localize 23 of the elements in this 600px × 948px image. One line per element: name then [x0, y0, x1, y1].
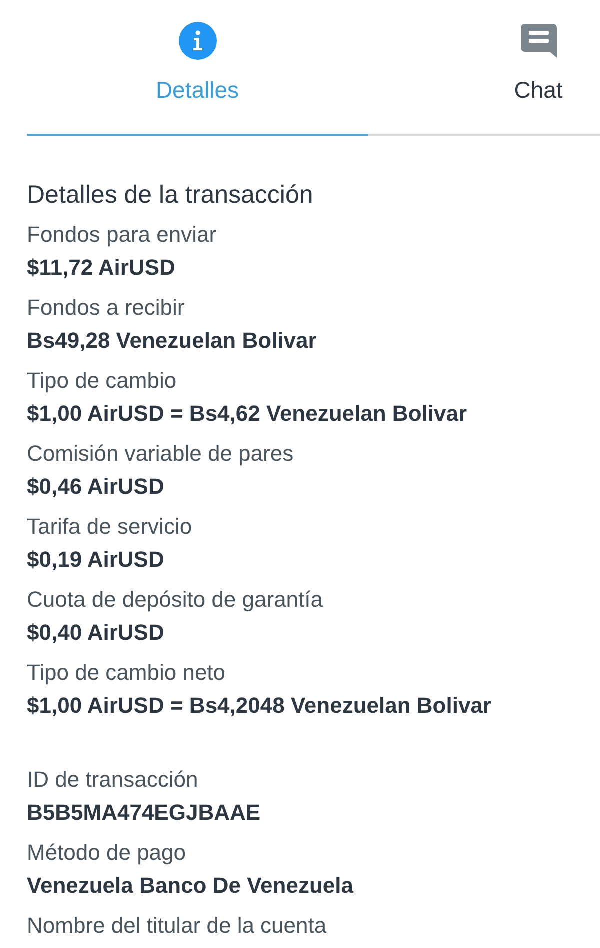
field-value: Bs49,28 Venezuelan Bolivar: [27, 326, 318, 354]
field-label: Tipo de cambio: [27, 366, 178, 395]
field-label: Fondos a recibir: [27, 294, 186, 322]
field-value: B5B5MA474EGJBAAE: [27, 798, 262, 826]
tab[interactable]: Chat: [368, 22, 600, 136]
field-value: $0,46 AirUSD: [27, 472, 166, 500]
field-value: Venezuela Banco De Venezuela: [27, 872, 355, 900]
field-label: Método de pago: [27, 838, 188, 867]
field-label: Tarifa de servicio: [27, 512, 194, 540]
field-label: ID de transacción: [27, 766, 200, 794]
field-label: Comisión variable de pares: [27, 440, 295, 468]
section-title: Detalles de la transacción: [27, 180, 314, 210]
field-value: $1,00 AirUSD = Bs4,62 Venezuelan Bolivar: [27, 400, 468, 428]
chat-icon: [520, 24, 556, 58]
field-label: Cuota de depósito de garantía: [27, 586, 324, 614]
field-label: Fondos para enviar: [27, 220, 218, 249]
field-value: $1,00 AirUSD = Bs4,2048 Venezuelan Bolivar: [27, 692, 492, 720]
field-value: $11,72 AirUSD: [27, 254, 176, 282]
field-label: Nombre del titular de la cuenta: [27, 912, 328, 940]
info-icon: [178, 22, 216, 60]
field-value: $0,19 AirUSD: [27, 546, 166, 574]
field-label: Tipo de cambio neto: [27, 658, 227, 687]
field-value: $0,40 AirUSD: [27, 618, 166, 646]
